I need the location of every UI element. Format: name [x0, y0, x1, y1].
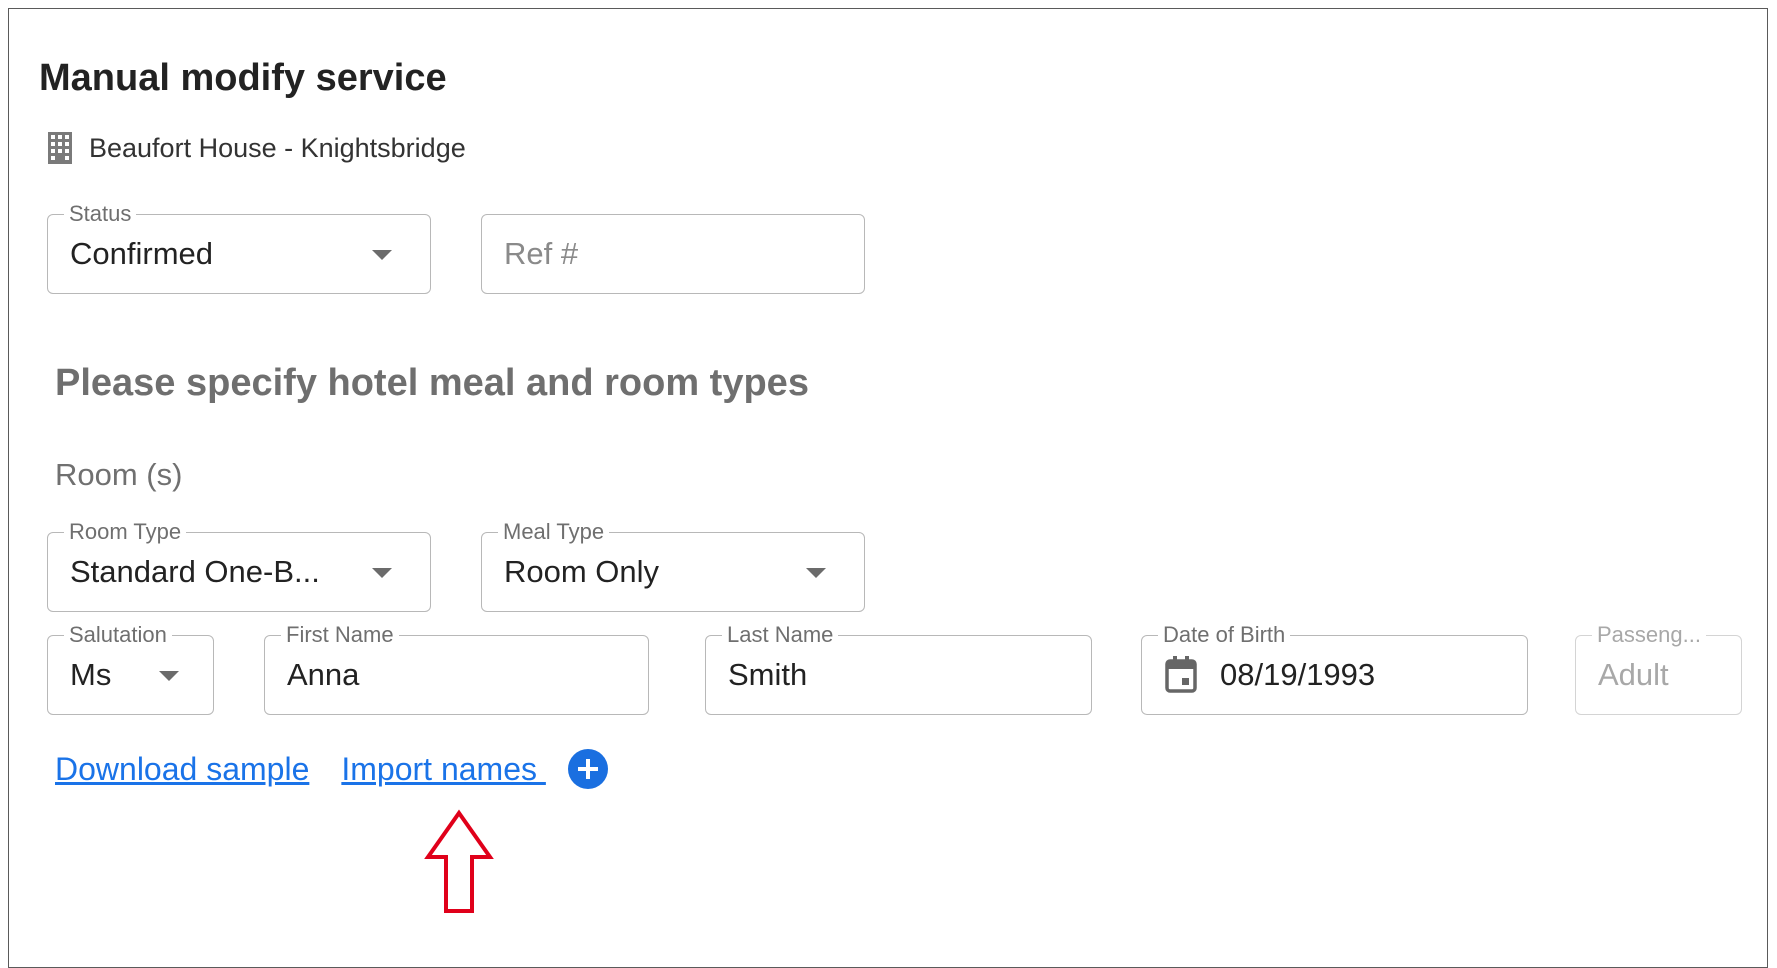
meal-type-value: Room Only — [504, 554, 660, 589]
chevron-down-icon — [159, 671, 179, 681]
status-select[interactable]: Status Confirmed — [47, 201, 431, 294]
chevron-down-icon — [372, 250, 392, 260]
salutation-label: Salutation — [64, 622, 172, 648]
annotation-up-arrow-icon — [424, 809, 494, 913]
chevron-down-icon — [806, 568, 826, 578]
status-value: Confirmed — [70, 236, 213, 271]
date-of-birth-label: Date of Birth — [1158, 622, 1291, 648]
last-name-value: Smith — [728, 657, 808, 692]
rooms-heading: Room (s) — [55, 457, 183, 492]
date-of-birth-field[interactable]: Date of Birth 08/19/1993 — [1141, 622, 1528, 715]
room-type-label: Room Type — [64, 519, 187, 545]
ref-input[interactable]: Ref # — [481, 214, 865, 294]
status-label: Status — [64, 201, 137, 227]
import-names-link[interactable]: Import names — [341, 751, 546, 788]
meal-type-label: Meal Type — [498, 519, 610, 545]
first-name-label: First Name — [281, 622, 399, 648]
salutation-select[interactable]: Salutation Ms — [47, 622, 214, 715]
last-name-label: Last Name — [722, 622, 839, 648]
section-heading: Please specify hotel meal and room types — [55, 362, 809, 404]
passenger-type-label: Passeng... — [1592, 622, 1706, 648]
hotel-name: Beaufort House - Knightsbridge — [89, 132, 466, 163]
plus-circle-icon[interactable] — [567, 749, 608, 789]
ref-placeholder: Ref # — [504, 236, 579, 271]
passenger-type-field: Passeng... Adult — [1575, 622, 1742, 715]
passenger-type-value: Adult — [1598, 657, 1669, 692]
calendar-icon[interactable] — [1164, 656, 1198, 694]
building-icon — [48, 132, 72, 164]
salutation-value: Ms — [70, 657, 112, 692]
first-name-field[interactable]: First Name Anna — [264, 622, 649, 715]
first-name-value: Anna — [287, 657, 360, 692]
chevron-down-icon — [372, 568, 392, 578]
modal-frame: Manual modify service Beaufort House - K… — [8, 8, 1768, 968]
import-links-row: Download sample Import names — [55, 749, 608, 789]
room-type-value: Standard One-B... — [70, 554, 320, 589]
page-title: Manual modify service — [39, 57, 447, 99]
date-of-birth-value: 08/19/1993 — [1220, 657, 1376, 692]
meal-type-select[interactable]: Meal Type Room Only — [481, 519, 865, 612]
room-type-select[interactable]: Room Type Standard One-B... — [47, 519, 431, 612]
hotel-row: Beaufort House - Knightsbridge — [47, 131, 466, 165]
last-name-field[interactable]: Last Name Smith — [705, 622, 1092, 715]
download-sample-link[interactable]: Download sample — [55, 751, 309, 788]
